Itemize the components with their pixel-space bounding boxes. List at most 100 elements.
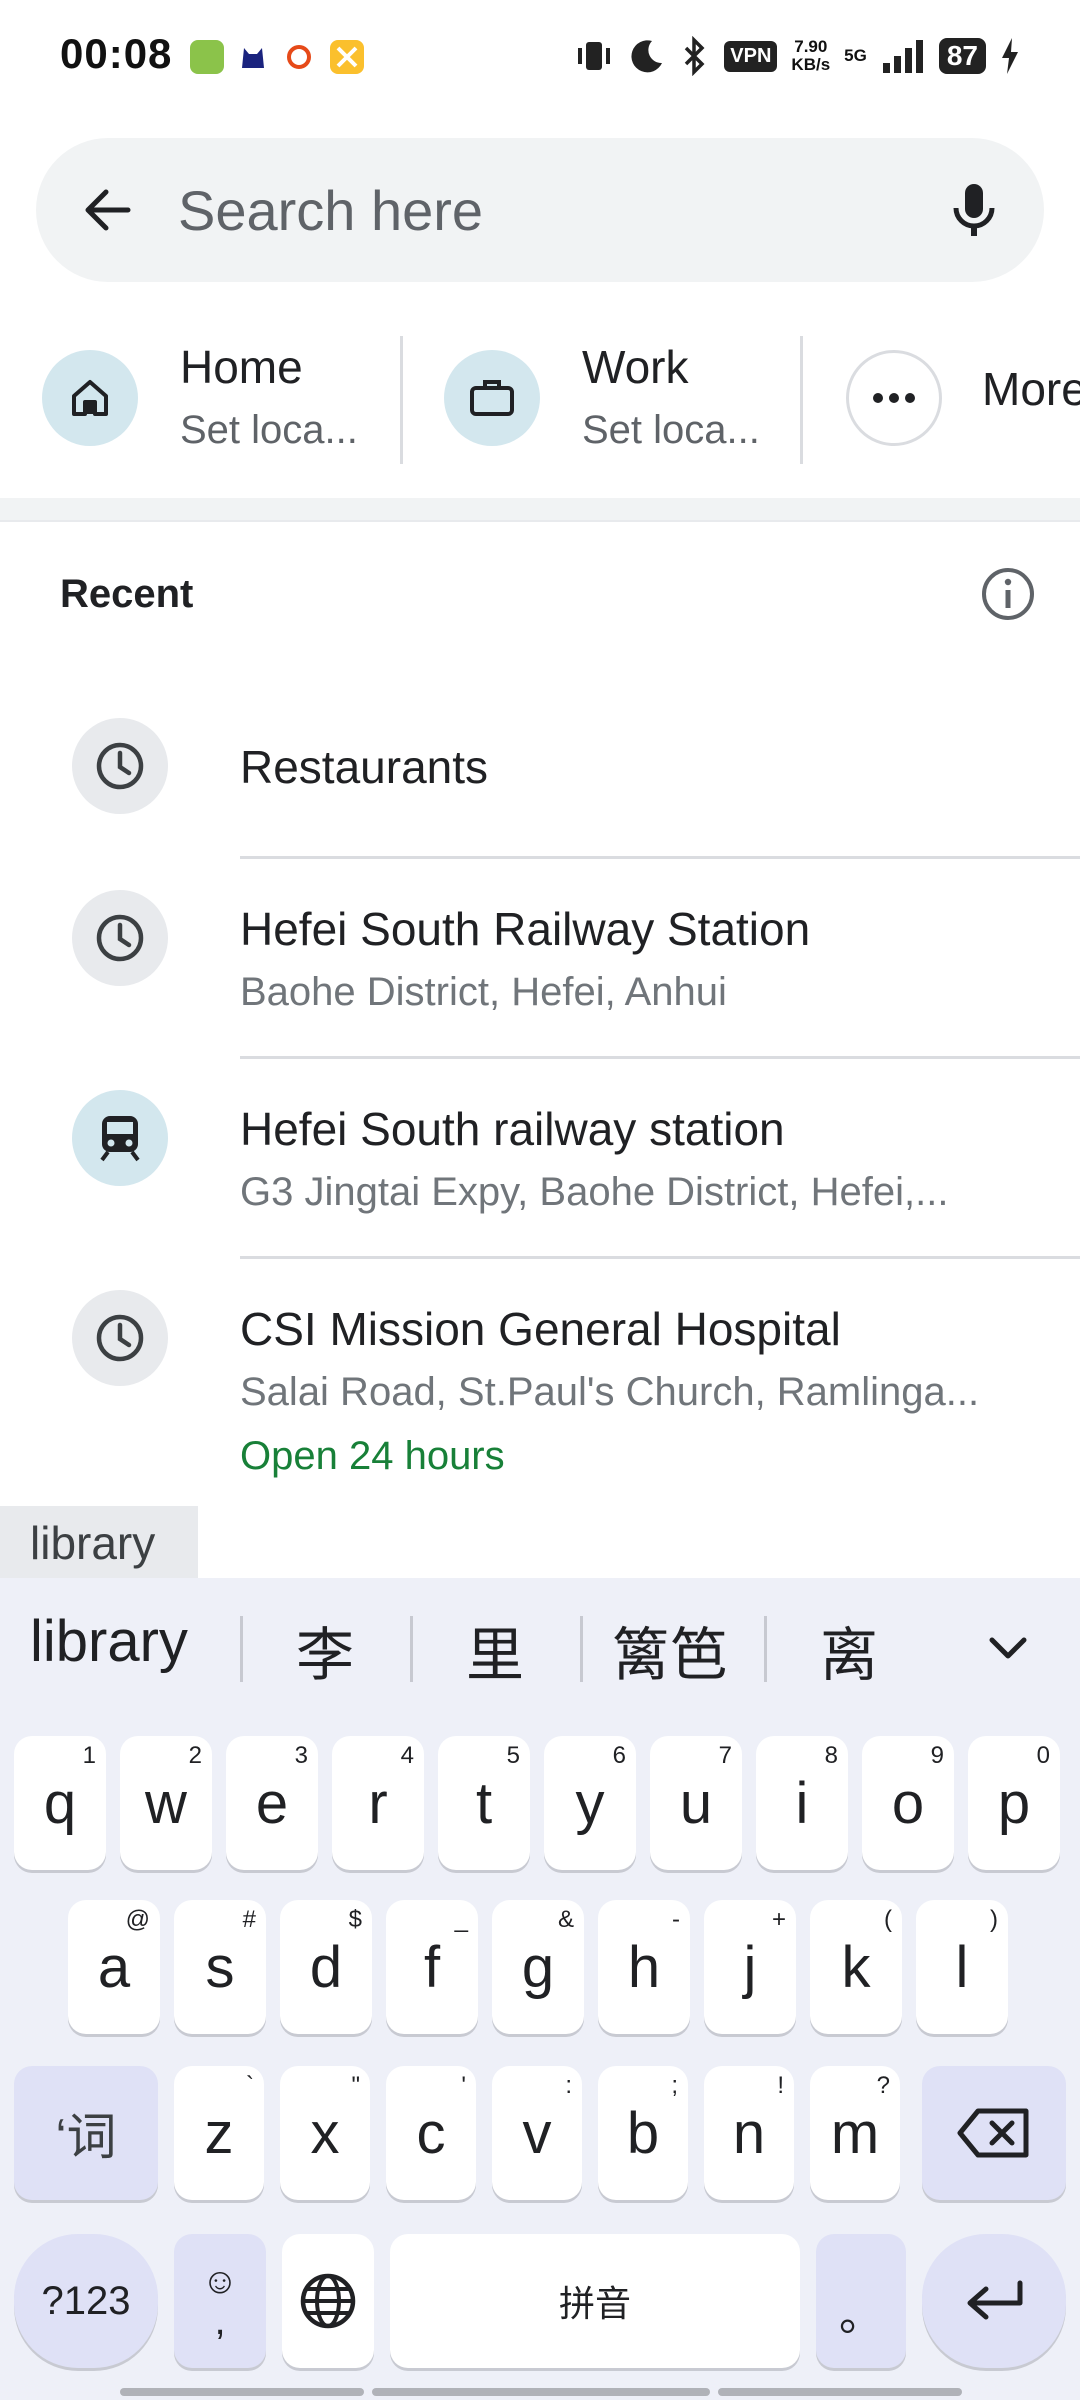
key-hint: 4 — [400, 1742, 414, 1769]
recent-item-hefei-south-station[interactable]: Hefei South Railway Station Baohe Distri… — [0, 860, 1080, 1060]
key-label: q — [43, 1770, 77, 1836]
saved-places-row: Home Set loca... Work Set loca... More — [0, 330, 1080, 470]
info-icon[interactable] — [980, 566, 1036, 622]
key-label: d — [309, 1934, 343, 2000]
candidate-word[interactable]: 篱笆 — [612, 1608, 728, 1692]
backspace-icon — [957, 2108, 1029, 2158]
key-hint: _ — [454, 1906, 468, 1933]
key-p[interactable]: p0 — [968, 1736, 1060, 1870]
key-label: l — [955, 1934, 969, 2000]
list-divider — [240, 856, 1080, 859]
search-bar[interactable] — [36, 138, 1044, 282]
key-y[interactable]: y6 — [544, 1736, 636, 1870]
search-input[interactable] — [178, 174, 878, 246]
emoji-comma-key[interactable]: ☺ , — [174, 2234, 266, 2368]
key-hint: ( — [884, 1906, 892, 1933]
key-hint: @ — [125, 1906, 150, 1933]
candidate-word[interactable]: 里 — [466, 1608, 524, 1692]
key-hint: 1 — [82, 1742, 96, 1769]
enter-key[interactable] — [922, 2234, 1066, 2368]
key-hint: ) — [990, 1906, 998, 1933]
key-hint: 8 — [824, 1742, 838, 1769]
history-icon — [72, 890, 168, 986]
autocomplete-chip[interactable]: library — [0, 1506, 198, 1578]
bluetooth-icon — [685, 36, 705, 76]
key-l[interactable]: l) — [916, 1900, 1008, 2034]
key-label: c — [416, 2100, 446, 2166]
emoji-icon: ☺ — [201, 2260, 239, 2301]
key-r[interactable]: r4 — [332, 1736, 424, 1870]
more-dots-icon — [846, 350, 942, 446]
key-d[interactable]: d $ — [280, 1900, 372, 2034]
speed-unit: KB/s — [791, 55, 831, 74]
key-x[interactable]: x " — [280, 2066, 370, 2200]
recent-item-csi-hospital[interactable]: CSI Mission General Hospital Salai Road,… — [0, 1260, 1080, 1510]
key-m[interactable]: m? — [810, 2066, 900, 2200]
candidate-word[interactable]: library — [30, 1608, 188, 1675]
key-k[interactable]: k( — [810, 1900, 902, 2034]
shortcut-more-title: More — [982, 363, 1080, 415]
recent-item-address: Salai Road, St.Paul's Church, Ramlinga..… — [240, 1370, 980, 1414]
key-u[interactable]: u7 — [650, 1736, 742, 1870]
shortcut-more[interactable]: More — [802, 330, 1080, 470]
shortcut-home[interactable]: Home Set loca... — [0, 330, 390, 470]
recent-item-title: Hefei South Railway Station — [240, 903, 811, 955]
key-s[interactable]: s # — [174, 1900, 266, 2034]
key-h[interactable]: h- — [598, 1900, 690, 2034]
key-hint: ? — [876, 2072, 890, 2099]
key-hint: ; — [671, 2072, 678, 2099]
space-key[interactable]: 拼音 — [390, 2234, 800, 2368]
shortcut-work-title: Work — [582, 341, 689, 393]
key-hint: ' — [461, 2072, 466, 2099]
chevron-down-icon[interactable] — [980, 1620, 1036, 1676]
status-bar: 00:08 VPN 7.90 KB/s 5G 87 — [0, 0, 1080, 110]
history-icon — [72, 718, 168, 814]
candidate-word[interactable]: 李 — [296, 1608, 354, 1692]
key-v[interactable]: v: — [492, 2066, 582, 2200]
key-hint: - — [672, 1906, 680, 1933]
key-q[interactable]: q1 — [14, 1736, 106, 1870]
shortcut-work[interactable]: Work Set loca... — [402, 330, 792, 470]
globe-key[interactable] — [282, 2234, 374, 2368]
key-f[interactable]: f _ — [386, 1900, 478, 2034]
symbols-key[interactable]: ?123 — [14, 2234, 158, 2368]
backspace-key[interactable] — [922, 2066, 1066, 2200]
key-i[interactable]: i8 — [756, 1736, 848, 1870]
battery-level: 87 — [938, 38, 986, 74]
back-arrow-icon[interactable] — [76, 178, 140, 242]
vibrate-icon — [578, 42, 611, 70]
key-label: a — [97, 1934, 131, 2000]
circle-app-icon — [282, 40, 316, 74]
key-j[interactable]: j + — [704, 1900, 796, 2034]
recent-item-restaurants[interactable]: Restaurants — [0, 700, 1080, 860]
key-b[interactable]: b; — [598, 2066, 688, 2200]
key-hint: 9 — [930, 1742, 944, 1769]
key-e[interactable]: e3 — [226, 1736, 318, 1870]
nav-gesture-bar — [120, 2388, 364, 2396]
key-hint: 0 — [1036, 1742, 1050, 1769]
candidate-divider — [240, 1616, 243, 1682]
key-g[interactable]: g & — [492, 1900, 584, 2034]
key-z[interactable]: z ` — [174, 2066, 264, 2200]
key-hint: $ — [348, 1906, 362, 1933]
recent-item-hefei-south-railway-transit[interactable]: Hefei South railway station G3 Jingtai E… — [0, 1060, 1080, 1260]
candidate-word[interactable]: 离 — [820, 1608, 878, 1692]
candidate-bar: library 李 里 篱笆 离 — [0, 1578, 1080, 1708]
globe-icon — [300, 2273, 356, 2329]
key-label: n — [732, 2100, 766, 2166]
key-n[interactable]: n! — [704, 2066, 794, 2200]
microphone-icon[interactable] — [942, 178, 1006, 242]
key-c[interactable]: c ' — [386, 2066, 476, 2200]
key-t[interactable]: t5 — [438, 1736, 530, 1870]
history-icon — [72, 1290, 168, 1386]
key-a[interactable]: a @ — [68, 1900, 160, 2034]
enter-arrow-icon — [967, 2280, 1023, 2320]
key-w[interactable]: w2 — [120, 1736, 212, 1870]
key-o[interactable]: o9 — [862, 1736, 954, 1870]
period-key[interactable]: 。 — [816, 2234, 906, 2368]
key-label: b — [626, 2100, 660, 2166]
shift-cn-key[interactable]: ‘词 — [14, 2066, 158, 2200]
key-hint: 7 — [718, 1742, 732, 1769]
key-label: g — [521, 1934, 555, 2000]
candidate-divider — [580, 1616, 583, 1682]
